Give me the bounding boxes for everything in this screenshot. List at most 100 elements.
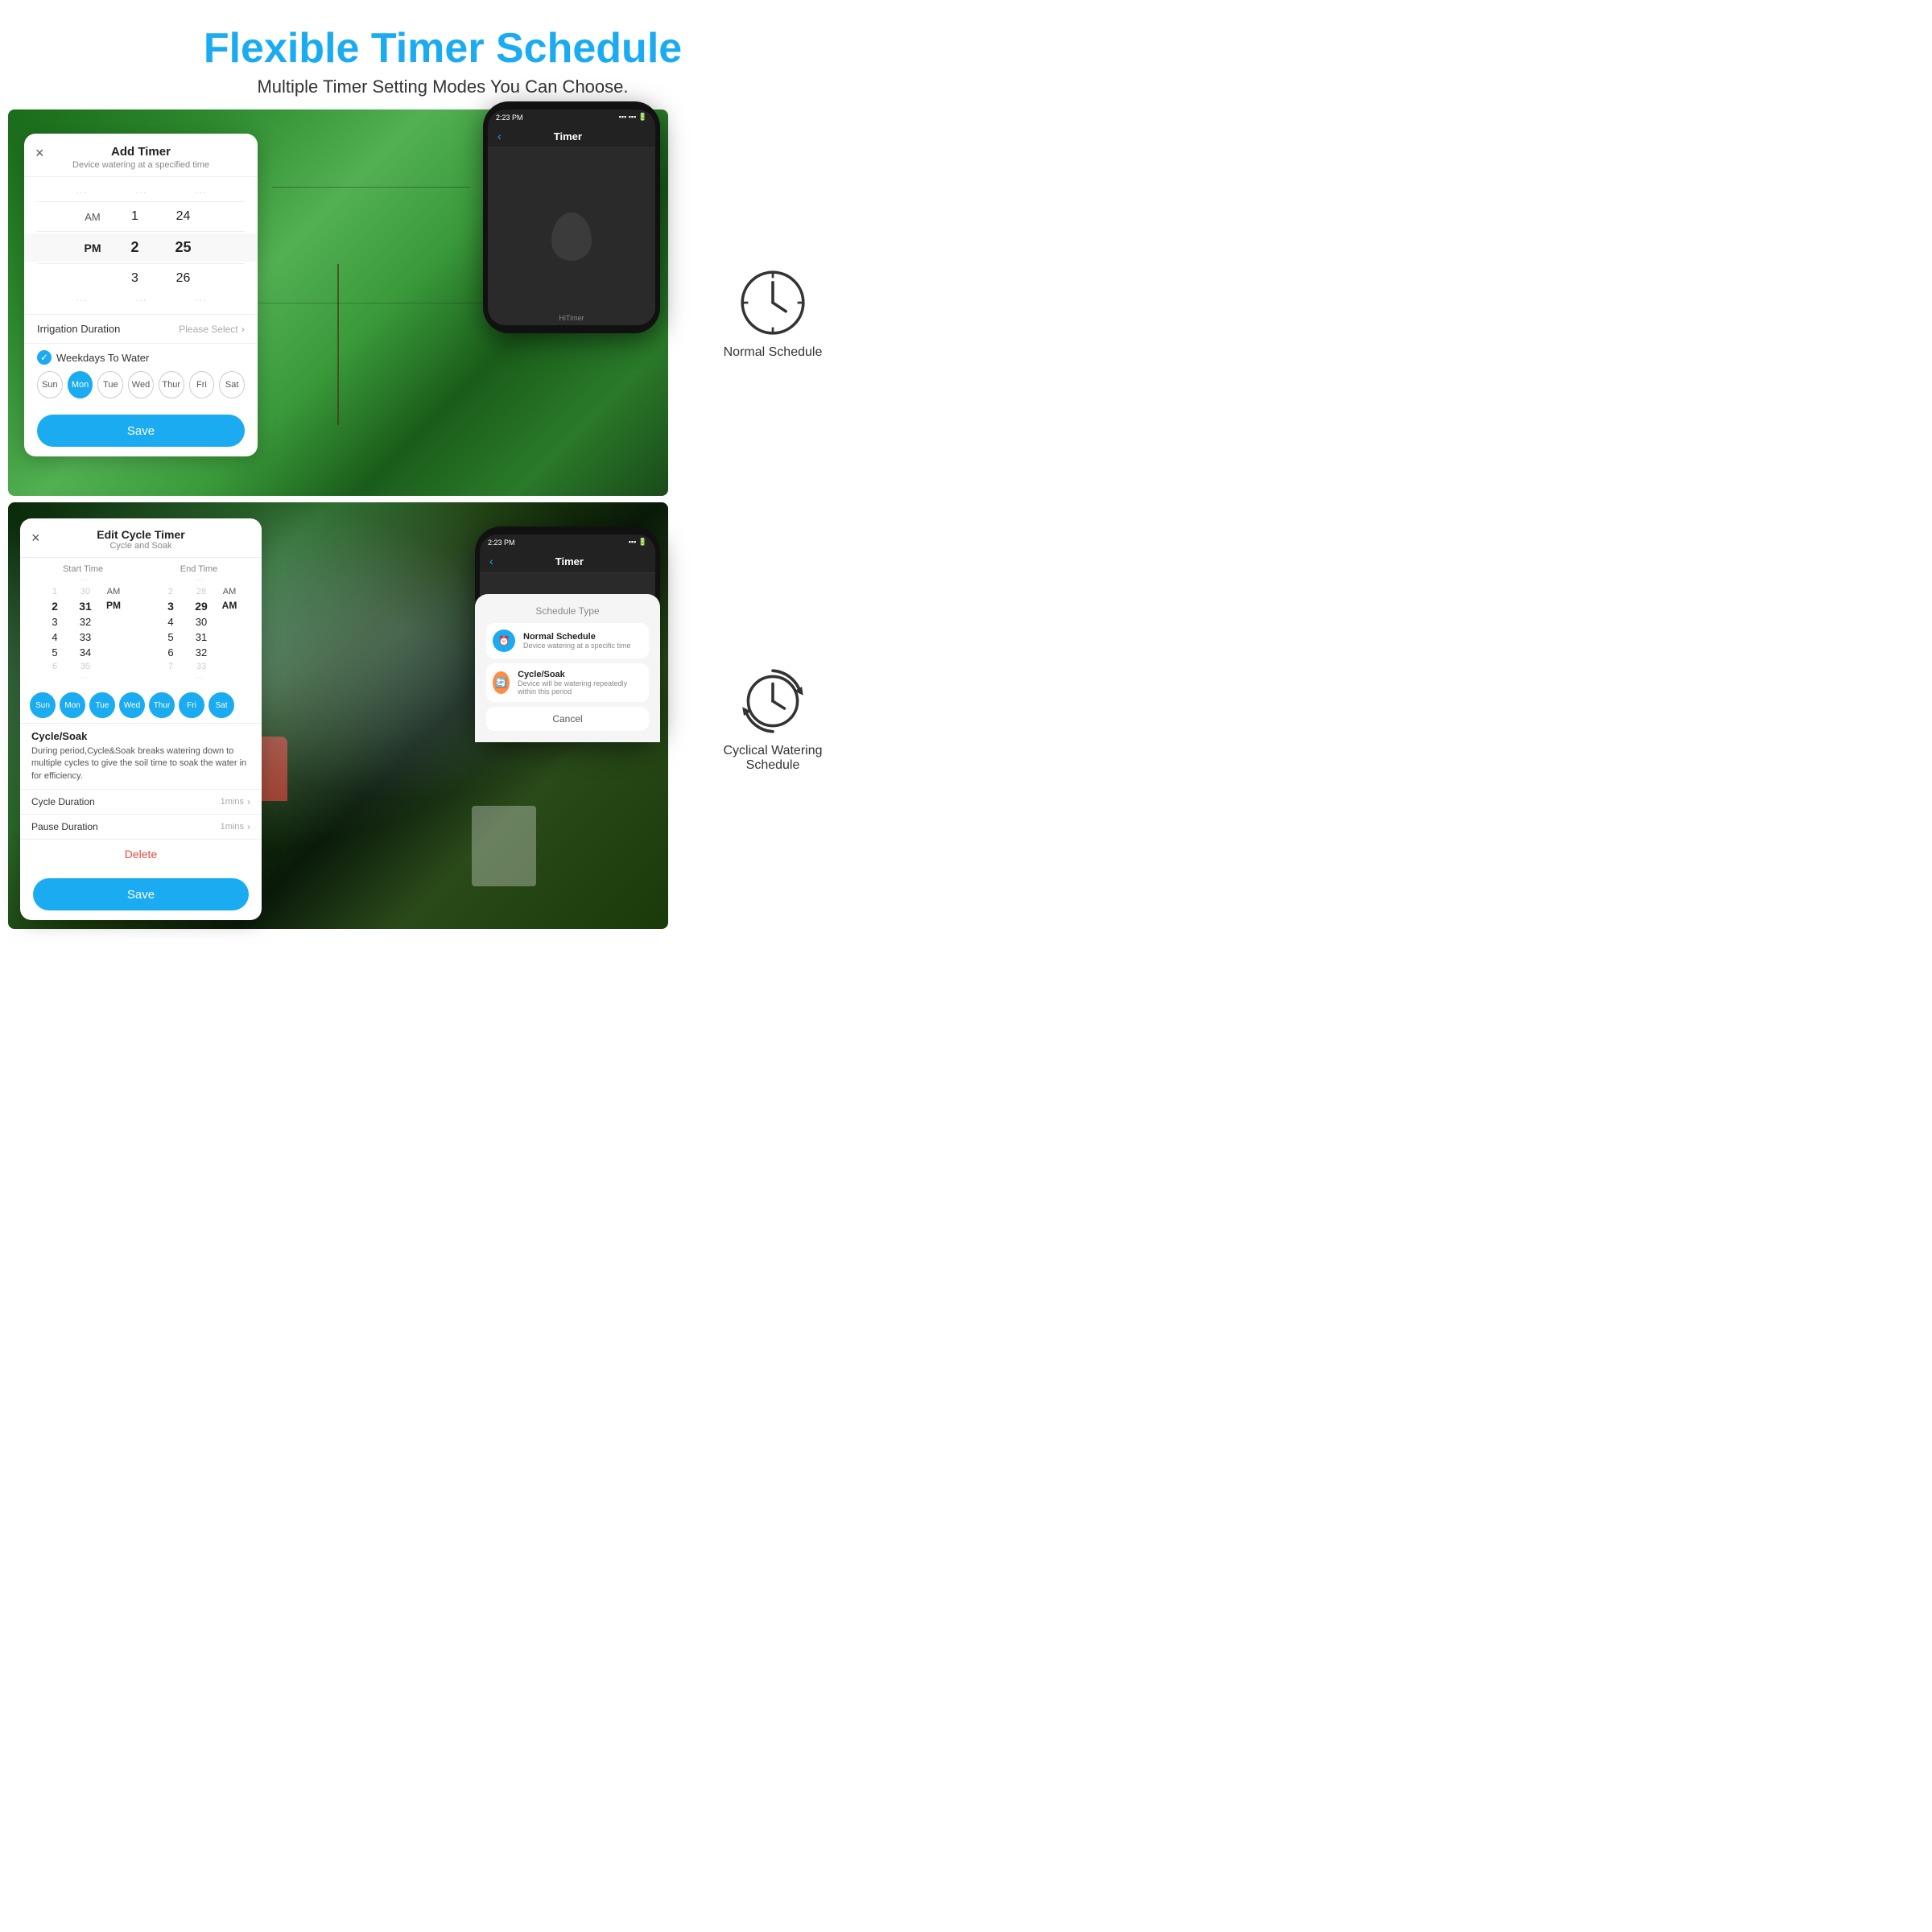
cycle-option-desc: Device will be watering repeatedly withi… (518, 679, 642, 696)
chevron-pause-right-icon: › (247, 821, 250, 832)
end-time-picker: End Time ··· 2 3 4 5 6 7 (142, 563, 255, 683)
phone-screen: 2:23 PM ▪▪▪ ▪▪▪ 🔋 ‹ Timer HiTimer (488, 109, 655, 325)
modal-title: Schedule Type (486, 605, 649, 617)
weekday-checkbox[interactable]: ✓ (37, 350, 52, 365)
minute-25[interactable]: 25 (175, 237, 191, 258)
cyclical-schedule-label: Cyclical Watering Schedule (724, 744, 823, 773)
phone-body: HiTimer (488, 148, 655, 325)
day-tue[interactable]: Tue (97, 371, 123, 398)
cycle-soak-info: Cycle/Soak During period,Cycle&Soak brea… (20, 723, 262, 789)
phone-mockup-bottom: 2:23 PM ▪▪▪ 🔋 ‹ Timer HiTimer Schedule (475, 526, 660, 742)
cycle-day-wed[interactable]: Wed (119, 692, 145, 718)
phone-nav-bar: ‹ Timer (488, 125, 655, 148)
cycle-day-mon[interactable]: Mon (60, 692, 85, 718)
cycle-header: × Edit Cycle Timer Cycle and Soak (20, 518, 262, 558)
day-sun[interactable]: Sun (37, 371, 63, 398)
weekday-section: ✓ Weekdays To Water Sun Mon Tue Wed Thur… (24, 343, 258, 405)
main-content: × Add Timer Device watering at a specifi… (0, 109, 886, 937)
cycle-day-sat[interactable]: Sat (208, 692, 234, 718)
page-subtitle: Multiple Timer Setting Modes You Can Cho… (16, 76, 869, 97)
minute-26[interactable]: 26 (176, 269, 191, 288)
normal-schedule-option[interactable]: ⏰ Normal Schedule Device watering at a s… (486, 623, 649, 658)
cycle-soak-option[interactable]: 🔄 Cycle/Soak Device will be watering rep… (486, 663, 649, 702)
normal-option-title: Normal Schedule (523, 632, 631, 642)
cycle-close-icon[interactable]: × (31, 530, 40, 547)
ampm-pm[interactable]: PM (85, 238, 101, 258)
chevron-cycle-right-icon: › (247, 796, 250, 807)
hour-2[interactable]: 2 (130, 237, 138, 258)
normal-schedule-icon: ⏰ (493, 630, 515, 652)
irrigation-duration-row[interactable]: Irrigation Duration Please Select › (24, 314, 258, 343)
phone-mockup-top: 2:23 PM ▪▪▪ ▪▪▪ 🔋 ‹ Timer HiTimer (483, 101, 660, 333)
clock-icon (737, 266, 809, 339)
cycle-subtitle: Cycle and Soak (33, 541, 249, 551)
day-fri[interactable]: Fri (189, 371, 215, 398)
irrigation-value: Please Select (179, 324, 237, 335)
time-picker: ········· AM 1 24 (24, 177, 258, 314)
cyclical-schedule-card: Cyclical Watering Schedule (724, 665, 823, 773)
phone-nav-bar-2: ‹ Timer (480, 550, 655, 573)
normal-schedule-card: Normal Schedule (724, 266, 823, 360)
day-thur[interactable]: Thur (159, 371, 184, 398)
dialog-header: × Add Timer Device watering at a specifi… (24, 134, 258, 177)
weekday-label: Weekdays To Water (56, 352, 149, 364)
close-icon[interactable]: × (35, 145, 44, 162)
phone-outer: 2:23 PM ▪▪▪ ▪▪▪ 🔋 ‹ Timer HiTimer (483, 101, 660, 333)
phone-time-2: 2:23 PM (488, 539, 515, 547)
right-panel: Normal Schedule Cyclical Watering Schedu… (668, 109, 877, 929)
cycle-soak-desc: During period,Cycle&Soak breaks watering… (31, 745, 250, 782)
irrigation-label: Irrigation Duration (37, 323, 120, 335)
day-mon[interactable]: Mon (68, 371, 93, 398)
normal-schedule-text: Normal Schedule Device watering at a spe… (523, 632, 631, 650)
top-photo-section: × Add Timer Device watering at a specifi… (8, 109, 668, 496)
page-header: Flexible Timer Schedule Multiple Timer S… (0, 0, 886, 109)
pause-duration-row[interactable]: Pause Duration 1mins › (20, 814, 262, 839)
ampm-am[interactable]: AM (85, 208, 101, 226)
cycle-duration-label: Cycle Duration (31, 796, 95, 807)
cycle-title: Edit Cycle Timer (33, 528, 249, 541)
cycle-duration-value: 1mins (221, 797, 244, 807)
hour-3[interactable]: 3 (131, 269, 138, 288)
phone-status-bar-2: 2:23 PM ▪▪▪ 🔋 (480, 535, 655, 550)
cancel-button[interactable]: Cancel (486, 707, 649, 731)
schedule-type-modal: Schedule Type ⏰ Normal Schedule Device w… (480, 594, 655, 734)
chevron-right-icon: › (242, 323, 245, 335)
bottom-photo-section: × Edit Cycle Timer Cycle and Soak Start … (8, 502, 668, 929)
end-time-label: End Time (142, 563, 255, 576)
delete-button[interactable]: Delete (20, 839, 262, 869)
phone-signal-2: ▪▪▪ 🔋 (629, 538, 647, 547)
cycle-days-row: Sun Mon Tue Wed Thur Fri Sat (20, 687, 262, 723)
minute-24[interactable]: 24 (176, 207, 191, 226)
cycle-timer-dialog: × Edit Cycle Timer Cycle and Soak Start … (20, 518, 262, 920)
normal-option-desc: Device watering at a specific time (523, 642, 631, 650)
phone-screen-title-2: Timer (493, 555, 646, 568)
phone-screen-title: Timer (502, 130, 634, 142)
save-button[interactable]: Save (37, 415, 245, 447)
days-row: Sun Mon Tue Wed Thur Fri Sat (37, 371, 245, 398)
cycle-duration-row[interactable]: Cycle Duration 1mins › (20, 789, 262, 814)
cyclical-clock-icon (737, 665, 809, 737)
pause-duration-label: Pause Duration (31, 821, 98, 832)
cycle-day-tue[interactable]: Tue (89, 692, 115, 718)
cycle-day-thur[interactable]: Thur (149, 692, 175, 718)
cycle-soak-title: Cycle/Soak (31, 730, 250, 742)
cycle-soak-icon: 🔄 (493, 671, 510, 694)
phone-time: 2:23 PM (496, 114, 523, 122)
phone-signal: ▪▪▪ ▪▪▪ 🔋 (619, 113, 647, 122)
dialog-subtitle: Device watering at a specified time (37, 160, 245, 170)
page-title: Flexible Timer Schedule (16, 24, 869, 72)
cycle-save-button[interactable]: Save (33, 878, 249, 910)
hour-1[interactable]: 1 (131, 207, 138, 226)
dual-time-picker: Start Time ··· 1 2 3 4 5 6 (20, 558, 262, 687)
cycle-day-sun[interactable]: Sun (30, 692, 56, 718)
pause-duration-value: 1mins (221, 822, 244, 832)
day-sat[interactable]: Sat (219, 371, 245, 398)
cycle-day-fri[interactable]: Fri (179, 692, 204, 718)
dialog-title: Add Timer (37, 145, 245, 159)
day-wed[interactable]: Wed (128, 371, 154, 398)
weekday-checkbox-row: ✓ Weekdays To Water (37, 350, 245, 365)
left-column: × Add Timer Device watering at a specifi… (8, 109, 668, 929)
droplet-icon (551, 213, 592, 261)
start-time-picker: Start Time ··· 1 2 3 4 5 6 (27, 563, 139, 683)
add-timer-dialog: × Add Timer Device watering at a specifi… (24, 134, 258, 456)
